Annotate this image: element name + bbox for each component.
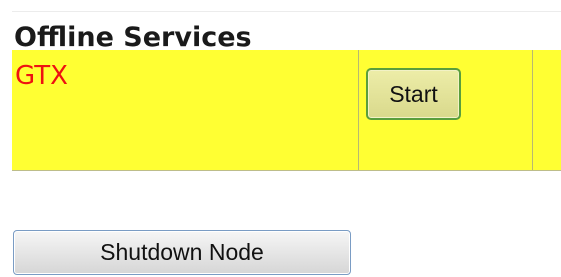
offline-services-heading: Offline Services (14, 22, 252, 53)
row-border (12, 170, 561, 171)
shutdown-node-button[interactable]: Shutdown Node (13, 230, 351, 275)
column-divider (532, 50, 533, 171)
service-row-gtx (12, 50, 561, 170)
start-service-button[interactable]: Start (366, 68, 461, 120)
service-name-gtx: GTX (15, 61, 68, 91)
top-divider (12, 11, 561, 12)
column-divider (358, 50, 359, 171)
